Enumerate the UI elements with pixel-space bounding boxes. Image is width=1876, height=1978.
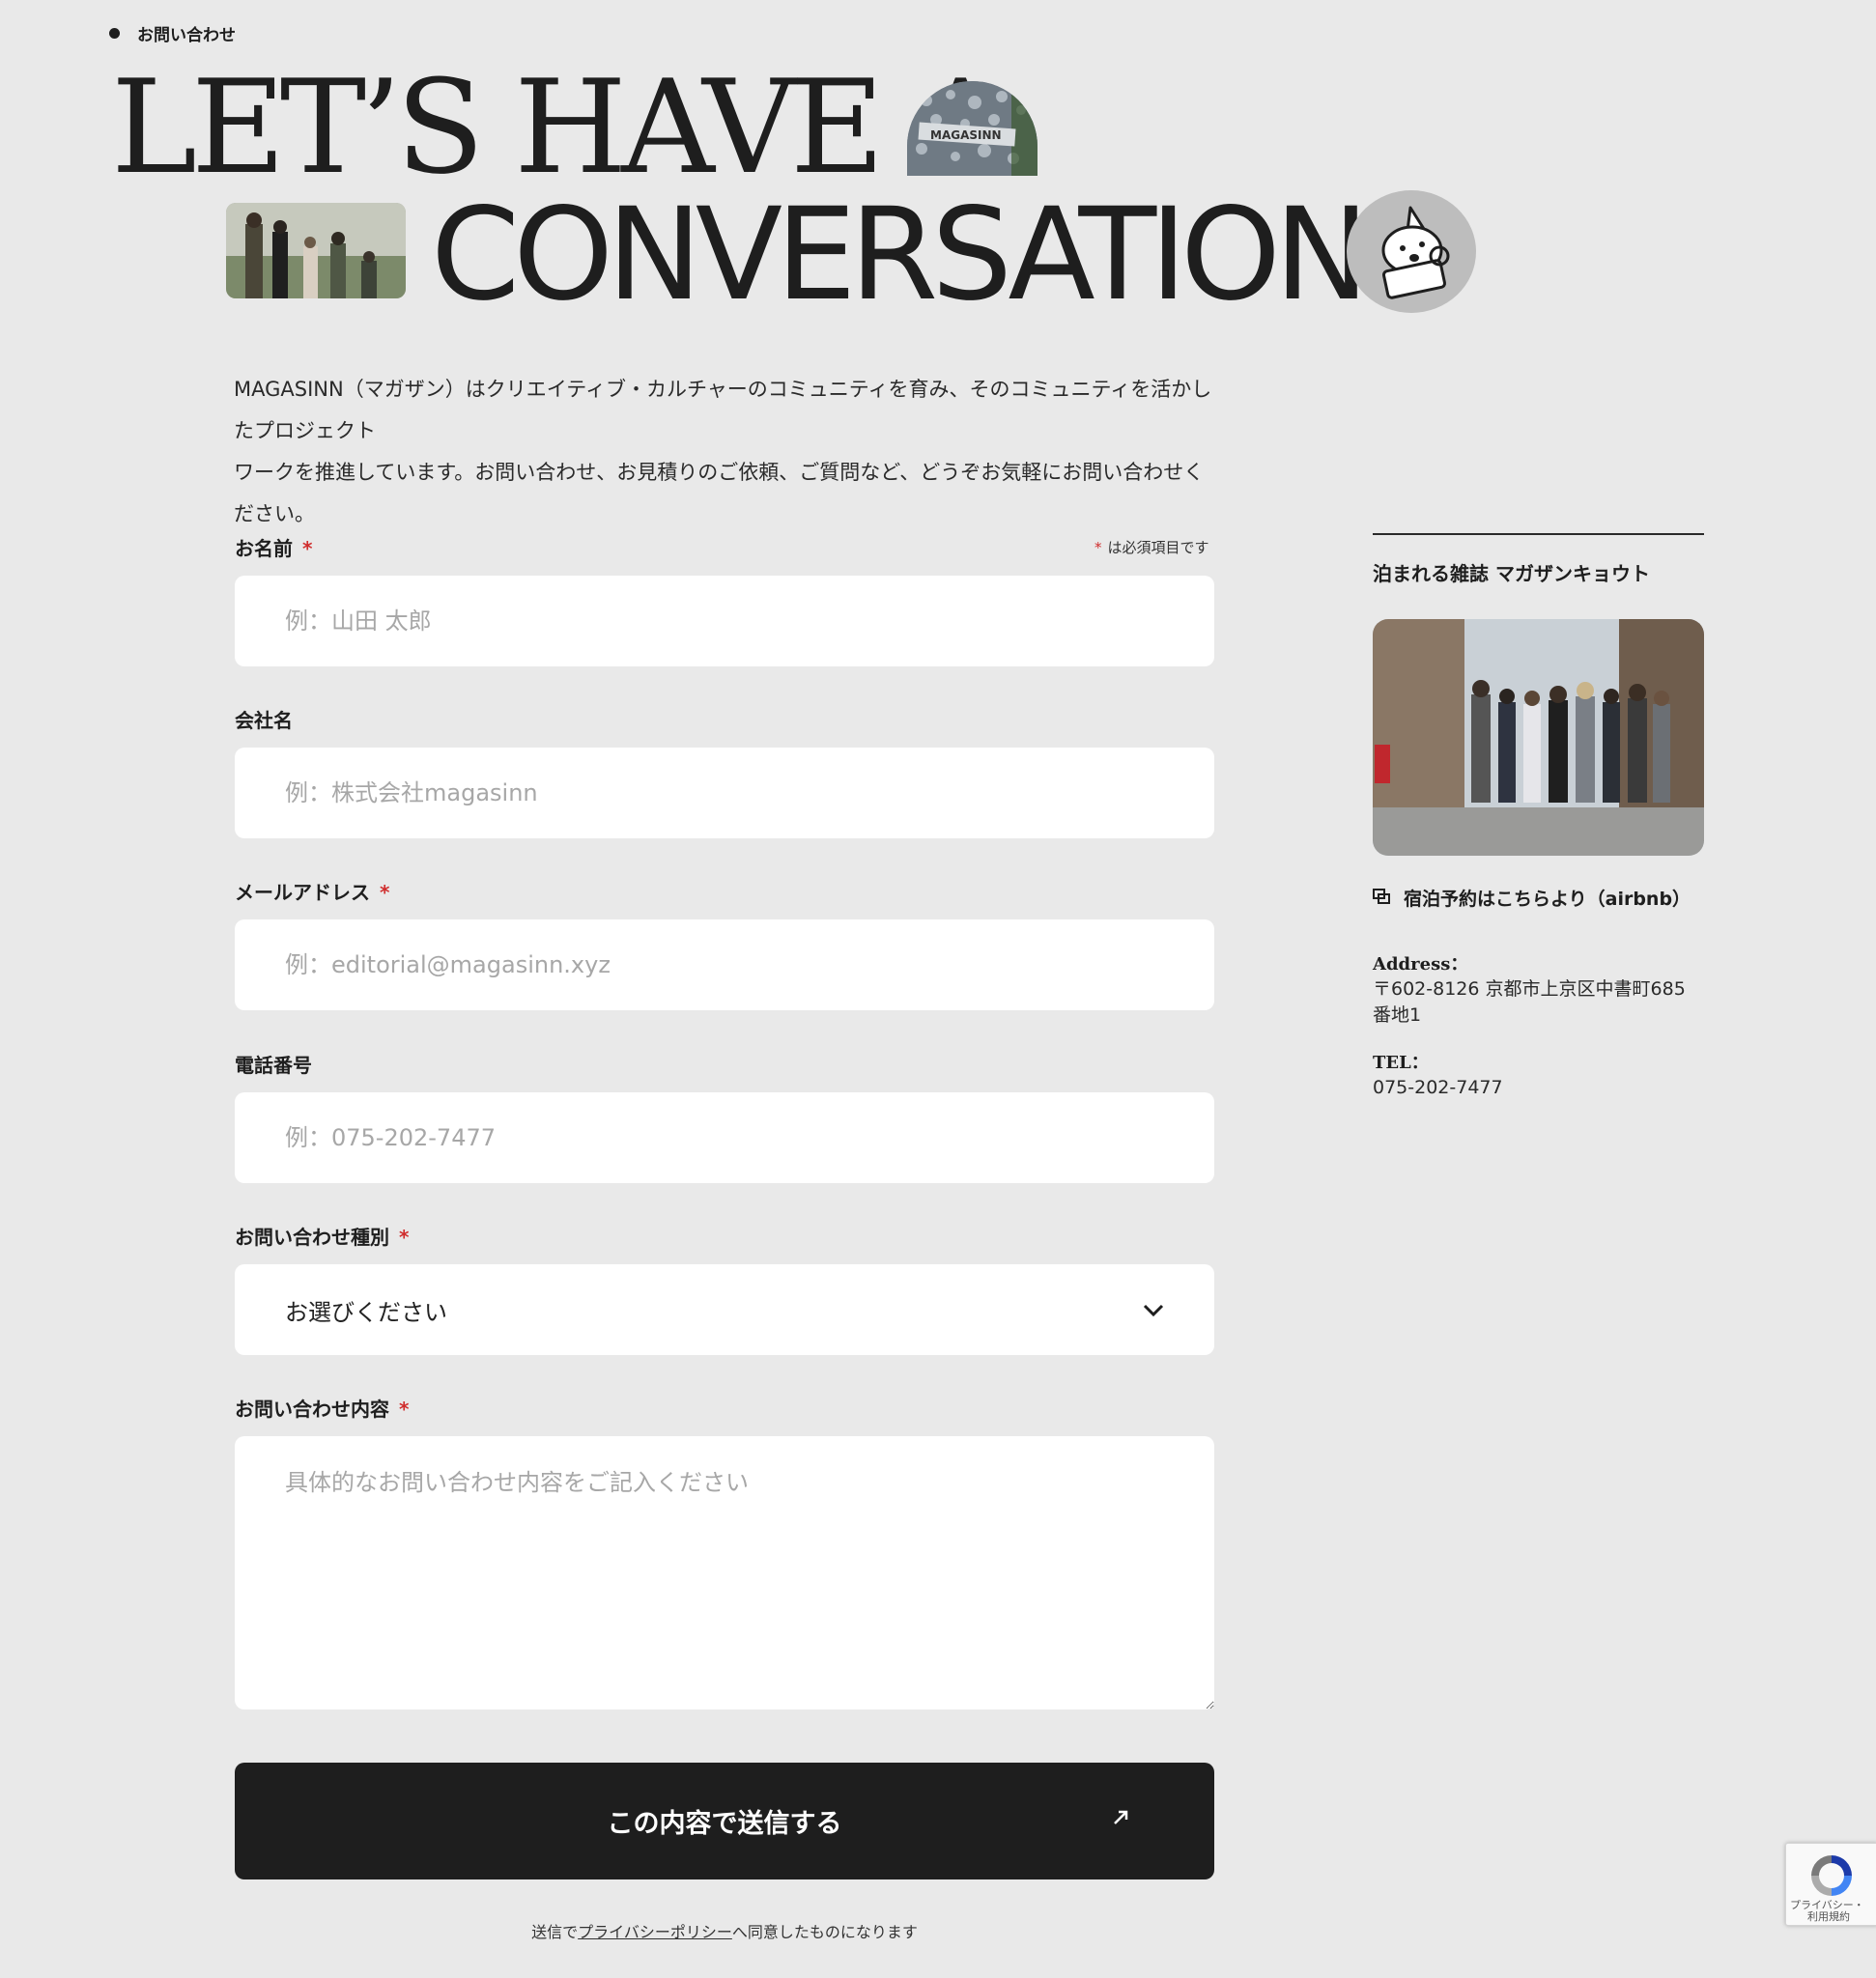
recaptcha-badge[interactable]: プライバシー・ 利用規約 xyxy=(1785,1843,1876,1926)
arrow-up-right-icon xyxy=(1112,1805,1129,1832)
sidebar-group-photo xyxy=(1373,619,1704,856)
hero-title-line2: CONVERSATION xyxy=(431,181,1370,329)
required-note: * は必須項目です xyxy=(1094,539,1209,556)
sidebar-title: 泊まれる雑誌 マガザンキョウト xyxy=(1373,562,1650,585)
address-label: Address： xyxy=(1373,954,1468,975)
required-mark: * xyxy=(399,1398,410,1421)
required-mark: * xyxy=(380,881,390,904)
hero-people-photo xyxy=(226,203,406,298)
inquiry-type-select[interactable]: お選びください xyxy=(235,1264,1214,1355)
name-input[interactable] xyxy=(235,576,1214,666)
name-label: お名前 * xyxy=(235,537,313,560)
email-field[interactable] xyxy=(235,919,1214,1010)
chevron-down-icon xyxy=(1143,1296,1164,1323)
tel-value: 075-202-7477 xyxy=(1373,1077,1503,1098)
message-textarea[interactable] xyxy=(235,1436,1214,1710)
intro-line-2: ワークを推進しています。お問い合わせ、お見積りのご依頼、ご質問など、どうぞお気軽… xyxy=(234,461,1205,525)
intro-line-1: MAGASINN（マガザン）はクリエイティブ・カルチャーのコミュニティを育み、そ… xyxy=(234,378,1212,442)
message-field[interactable] xyxy=(235,1436,1214,1710)
company-label: 会社名 xyxy=(235,709,293,732)
privacy-policy-link[interactable]: プライバシーポリシー xyxy=(578,1923,732,1941)
sidebar-divider xyxy=(1373,533,1704,535)
tel-label: TEL： xyxy=(1373,1053,1429,1073)
bullet-dot-icon xyxy=(109,28,120,39)
external-link-icon xyxy=(1373,888,1390,909)
submit-button[interactable]: この内容で送信する xyxy=(235,1763,1214,1879)
breadcrumb-label: お問い合わせ xyxy=(137,26,236,45)
phone-input[interactable] xyxy=(235,1092,1214,1183)
inquiry-type-label: お問い合わせ種別 * xyxy=(235,1226,410,1249)
airbnb-link-label: 宿泊予約はこちらより（airbnb） xyxy=(1404,889,1691,910)
submit-label: この内容で送信する xyxy=(607,1809,842,1839)
airbnb-booking-link[interactable]: 宿泊予約はこちらより（airbnb） xyxy=(1373,885,1691,911)
breadcrumb: お問い合わせ xyxy=(109,21,236,45)
required-mark: * xyxy=(399,1226,410,1249)
email-input[interactable] xyxy=(235,919,1214,1010)
dog-mascot-icon xyxy=(1347,190,1476,313)
message-label: お問い合わせ内容 * xyxy=(235,1398,410,1421)
inquiry-type-selected: お選びください xyxy=(285,1298,447,1326)
company-field[interactable] xyxy=(235,748,1214,838)
recaptcha-logo-icon xyxy=(1807,1851,1856,1904)
phone-field[interactable] xyxy=(235,1092,1214,1183)
required-mark: * xyxy=(302,537,313,560)
required-mark: * xyxy=(1094,539,1102,556)
name-field[interactable] xyxy=(235,576,1214,666)
company-input[interactable] xyxy=(235,748,1214,838)
address-value: 〒602-8126 京都市上京区中書町685 番地1 xyxy=(1373,978,1686,1026)
arch-sign-text: MAGASINN xyxy=(930,128,1002,142)
intro-text: MAGASINN（マガザン）はクリエイティブ・カルチャーのコミュニティを育み、そ… xyxy=(234,369,1219,535)
consent-note: 送信でプライバシーポリシーへ同意したものになります xyxy=(531,1923,918,1941)
recaptcha-text: プライバシー・ 利用規約 xyxy=(1790,1899,1864,1923)
phone-label: 電話番号 xyxy=(235,1054,312,1077)
hero-title-line1: LET’S HAVE A xyxy=(111,52,1008,203)
email-label: メールアドレス * xyxy=(235,881,390,904)
